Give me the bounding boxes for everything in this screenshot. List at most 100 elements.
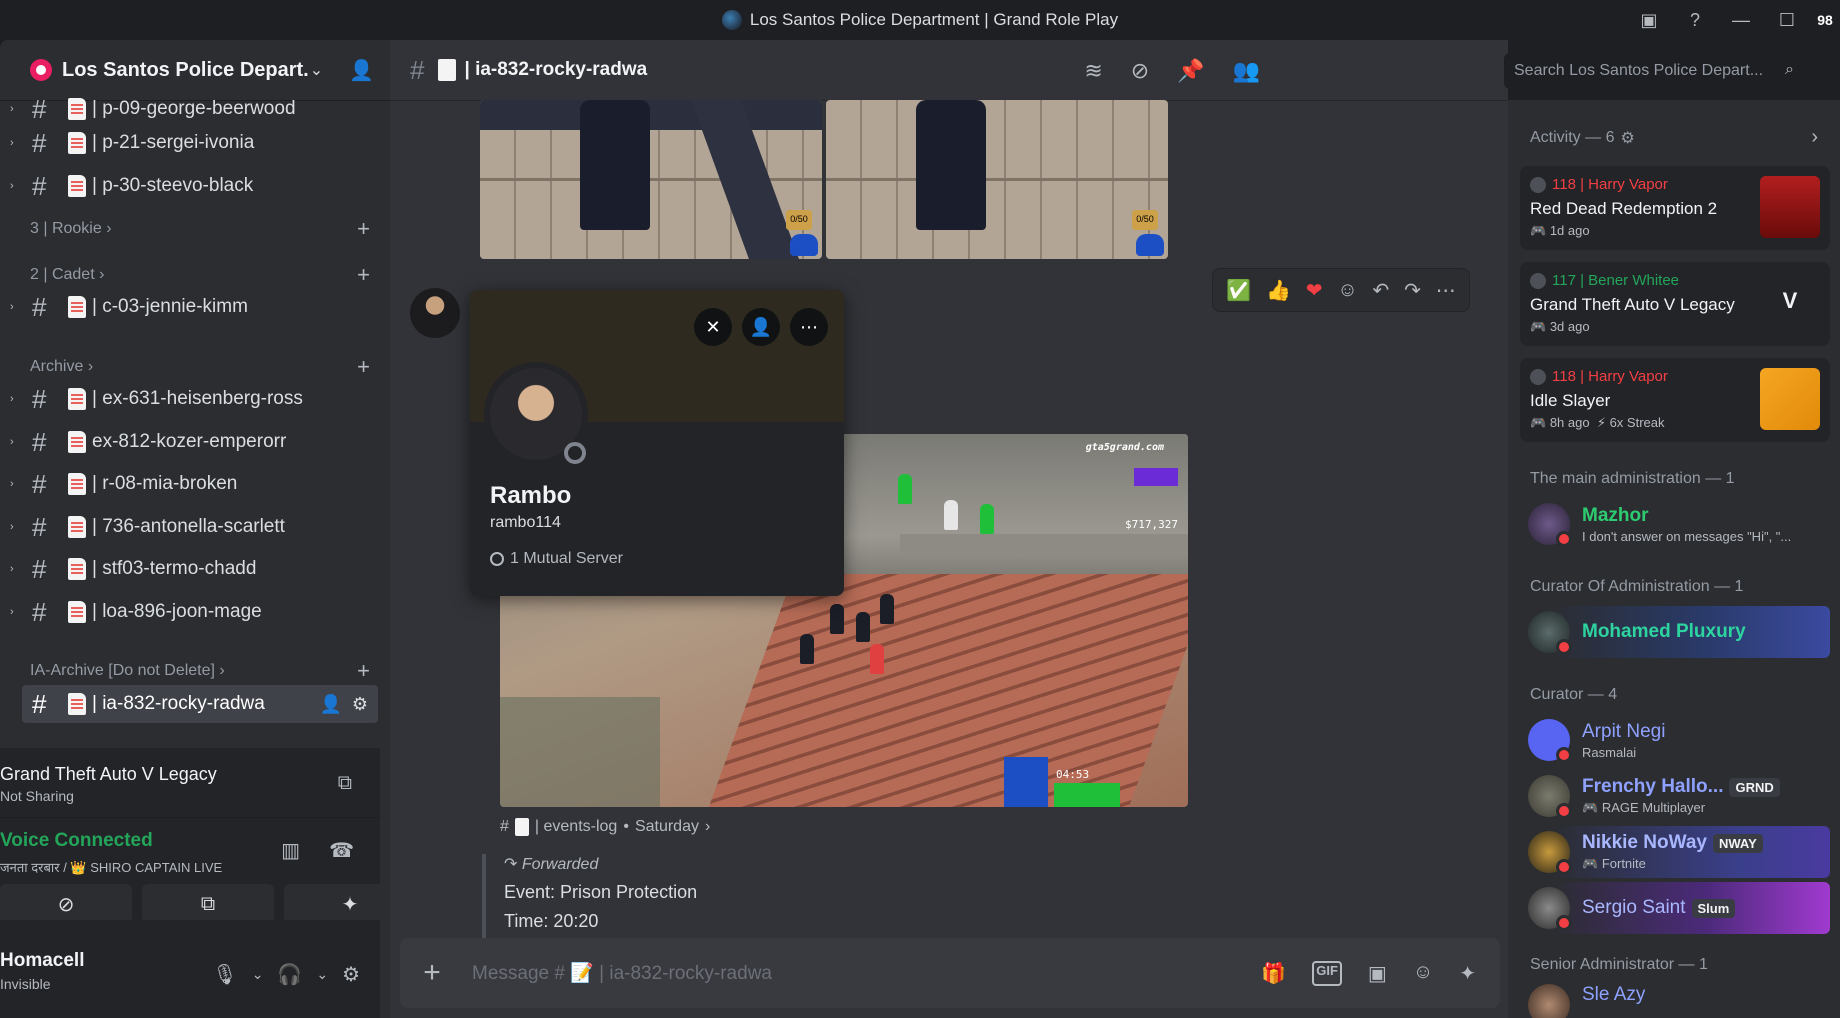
more-icon[interactable]: ⋯ xyxy=(790,308,828,346)
attachment-image[interactable]: 0/50 xyxy=(826,100,1168,259)
channel-item[interactable]: › # | c-03-jennie-kimm xyxy=(10,288,378,326)
channel-item[interactable]: › # | p-30-steevo-black xyxy=(10,167,378,205)
add-friend-icon[interactable]: 👤 xyxy=(742,308,780,346)
voice-channel-name[interactable]: जनता दरबार / 👑 SHIRO CAPTAIN LIVE xyxy=(0,858,380,876)
search-input[interactable]: Search Los Santos Police Depart... ⌕ xyxy=(1504,53,1804,89)
voice-panel: Voice Connected जनता दरबार / 👑 SHIRO CAP… xyxy=(0,818,416,924)
message-input[interactable]: Message # 📝 | ia-832-rocky-radwa xyxy=(464,961,1261,985)
chevron-right-icon: › xyxy=(10,103,14,115)
role-section-header: Curator — 4 xyxy=(1530,686,1618,703)
member-item[interactable]: Nikkie NoWay NWAY 🎮 Fortnite xyxy=(1520,826,1830,878)
sticker-icon[interactable]: ▣ xyxy=(1368,961,1387,986)
member-list-icon[interactable]: 👥 xyxy=(1233,58,1260,84)
screen-share-button[interactable]: ⧉ xyxy=(142,884,274,924)
headphones-icon[interactable]: 🎧 xyxy=(277,962,302,987)
message-composer[interactable]: + Message # 📝 | ia-832-rocky-radwa 🎁 GIF… xyxy=(400,938,1500,1008)
hud-slot-badge: 0/50 xyxy=(786,210,812,230)
camera-off-button[interactable]: ⊘ xyxy=(0,884,132,924)
member-item[interactable]: Sle Azy xyxy=(1520,984,1830,1018)
more-icon[interactable]: ⋯ xyxy=(1436,278,1456,303)
memo-icon xyxy=(68,431,86,453)
text-channel-icon: # xyxy=(32,383,47,414)
voice-activity-icon[interactable]: ▥ xyxy=(281,838,300,863)
screen-share-icon[interactable]: ⧉ xyxy=(338,772,352,795)
status-dnd-icon xyxy=(1556,639,1572,655)
reply-icon[interactable]: ↶ xyxy=(1373,278,1390,303)
member-item[interactable]: Sergio Saint Slum xyxy=(1520,882,1830,934)
create-channel-icon[interactable]: + xyxy=(357,262,370,288)
mutual-servers[interactable]: 1 Mutual Server xyxy=(490,550,623,568)
channel-item[interactable]: › # | p-21-sergei-ivonia xyxy=(10,124,378,162)
channel-item[interactable]: › # | r-08-mia-broken xyxy=(10,465,378,503)
block-icon[interactable]: ✕ xyxy=(694,308,732,346)
category-archive[interactable]: Archive › + xyxy=(30,354,370,379)
channel-item[interactable]: › # | p-09-george-beerwood xyxy=(10,90,378,128)
channel-header: # | ia-832-rocky-radwa xyxy=(390,40,1508,101)
check-reaction-icon[interactable]: ✅ xyxy=(1226,278,1251,303)
chevron-right-icon: › xyxy=(704,818,711,835)
heart-reaction-icon[interactable]: ❤ xyxy=(1306,278,1323,303)
avatar xyxy=(1528,719,1572,763)
member-item[interactable]: Mazhor I don't answer on messages "Hi", … xyxy=(1520,498,1830,550)
voice-connected-title: Voice Connected xyxy=(0,830,153,851)
help-icon[interactable]: ? xyxy=(1672,0,1718,40)
channel-item[interactable]: › # ex-812-kozer-emperorr xyxy=(10,423,378,461)
microphone-icon[interactable]: 🎙 xyxy=(212,962,237,987)
gif-icon[interactable]: GIF xyxy=(1312,960,1342,986)
create-channel-icon[interactable]: + xyxy=(357,216,370,242)
maximize-button[interactable]: ☐ xyxy=(1764,0,1810,40)
avatar[interactable] xyxy=(410,288,460,338)
server-icon xyxy=(721,10,742,30)
chevron-down-icon[interactable]: ⌄ xyxy=(252,966,264,983)
forward-source-link[interactable]: # | events-log • Saturday › xyxy=(500,818,710,836)
create-channel-icon[interactable]: + xyxy=(357,658,370,684)
invite-icon[interactable]: 👤 xyxy=(319,694,341,715)
disconnect-icon[interactable]: ☎ xyxy=(329,838,354,863)
channel-title: | ia-832-rocky-radwa xyxy=(464,59,648,80)
pin-icon[interactable]: 📌 xyxy=(1177,58,1204,84)
gear-icon[interactable]: ⚙ xyxy=(1620,128,1634,148)
inbox-icon[interactable]: ▣ xyxy=(1626,0,1672,40)
chevron-right-icon: › xyxy=(99,266,105,283)
forward-icon[interactable]: ↷ xyxy=(1404,278,1421,303)
officer-figure xyxy=(580,100,650,230)
activity-card[interactable]: 117 | Bener Whitee Grand Theft Auto V Le… xyxy=(1520,262,1830,346)
channel-item[interactable]: › # | ex-631-heisenberg-ross xyxy=(10,380,378,418)
settings-gear-icon[interactable]: ⚙ xyxy=(342,962,360,987)
gear-icon[interactable]: ⚙ xyxy=(352,694,368,715)
attach-plus-icon[interactable]: + xyxy=(400,956,464,990)
minimize-button[interactable]: — xyxy=(1718,0,1764,40)
channel-item-active[interactable]: # | ia-832-rocky-radwa 👤 ⚙ xyxy=(22,685,378,723)
category-ia-archive[interactable]: IA-Archive [Do not Delete] › + xyxy=(30,658,370,683)
server-name: Los Santos Police Depart... xyxy=(62,58,310,81)
guild-tag: NWAY xyxy=(1712,833,1763,853)
status-dnd-icon xyxy=(1556,859,1572,875)
member-item[interactable]: Arpit Negi Rasmalai xyxy=(1520,714,1830,766)
activity-card[interactable]: 118 | Harry Vapor Red Dead Redemption 2 … xyxy=(1520,166,1830,250)
hud-status-bar xyxy=(1054,783,1120,807)
avatar xyxy=(1530,176,1546,193)
channel-item[interactable]: › # | 736-antonella-scarlett xyxy=(10,508,378,546)
chevron-right-icon[interactable]: › xyxy=(1811,126,1818,149)
activity-card[interactable]: 118 | Harry Vapor Idle Slayer 🎮 8h ago ⚡… xyxy=(1520,358,1830,442)
member-item[interactable]: Mohamed Pluxury xyxy=(1520,606,1830,658)
channel-item[interactable]: › # | loa-896-joon-mage xyxy=(10,593,378,631)
threads-icon[interactable]: ≋ xyxy=(1084,58,1102,84)
add-reaction-icon[interactable]: ☺ xyxy=(1337,279,1357,302)
member-item[interactable]: Frenchy Hallo... GRND 🎮 RAGE Multiplayer xyxy=(1520,770,1830,822)
category-rookie[interactable]: 3 | Rookie › + xyxy=(30,216,370,241)
avatar xyxy=(1528,611,1572,655)
thumbs-up-reaction-icon[interactable]: 👍 xyxy=(1266,278,1291,303)
attachment-image[interactable]: 0/50 xyxy=(480,100,822,259)
category-cadet[interactable]: 2 | Cadet › + xyxy=(30,262,370,287)
invite-people-icon[interactable]: 👤 xyxy=(349,58,374,83)
channel-item[interactable]: › # | stf03-termo-chadd xyxy=(10,550,378,588)
chevron-down-icon[interactable]: ⌄ xyxy=(316,966,328,983)
notification-bell-off-icon[interactable]: ⊘ xyxy=(1131,58,1149,84)
chevron-down-icon[interactable]: ⌄ xyxy=(310,60,323,80)
create-channel-icon[interactable]: + xyxy=(357,354,370,380)
apps-icon[interactable]: ✦ xyxy=(1459,961,1476,986)
gift-icon[interactable]: 🎁 xyxy=(1261,961,1286,986)
activity-section-header: Activity — 6 ⚙ xyxy=(1530,128,1635,148)
emoji-icon[interactable]: ☺ xyxy=(1413,961,1433,986)
